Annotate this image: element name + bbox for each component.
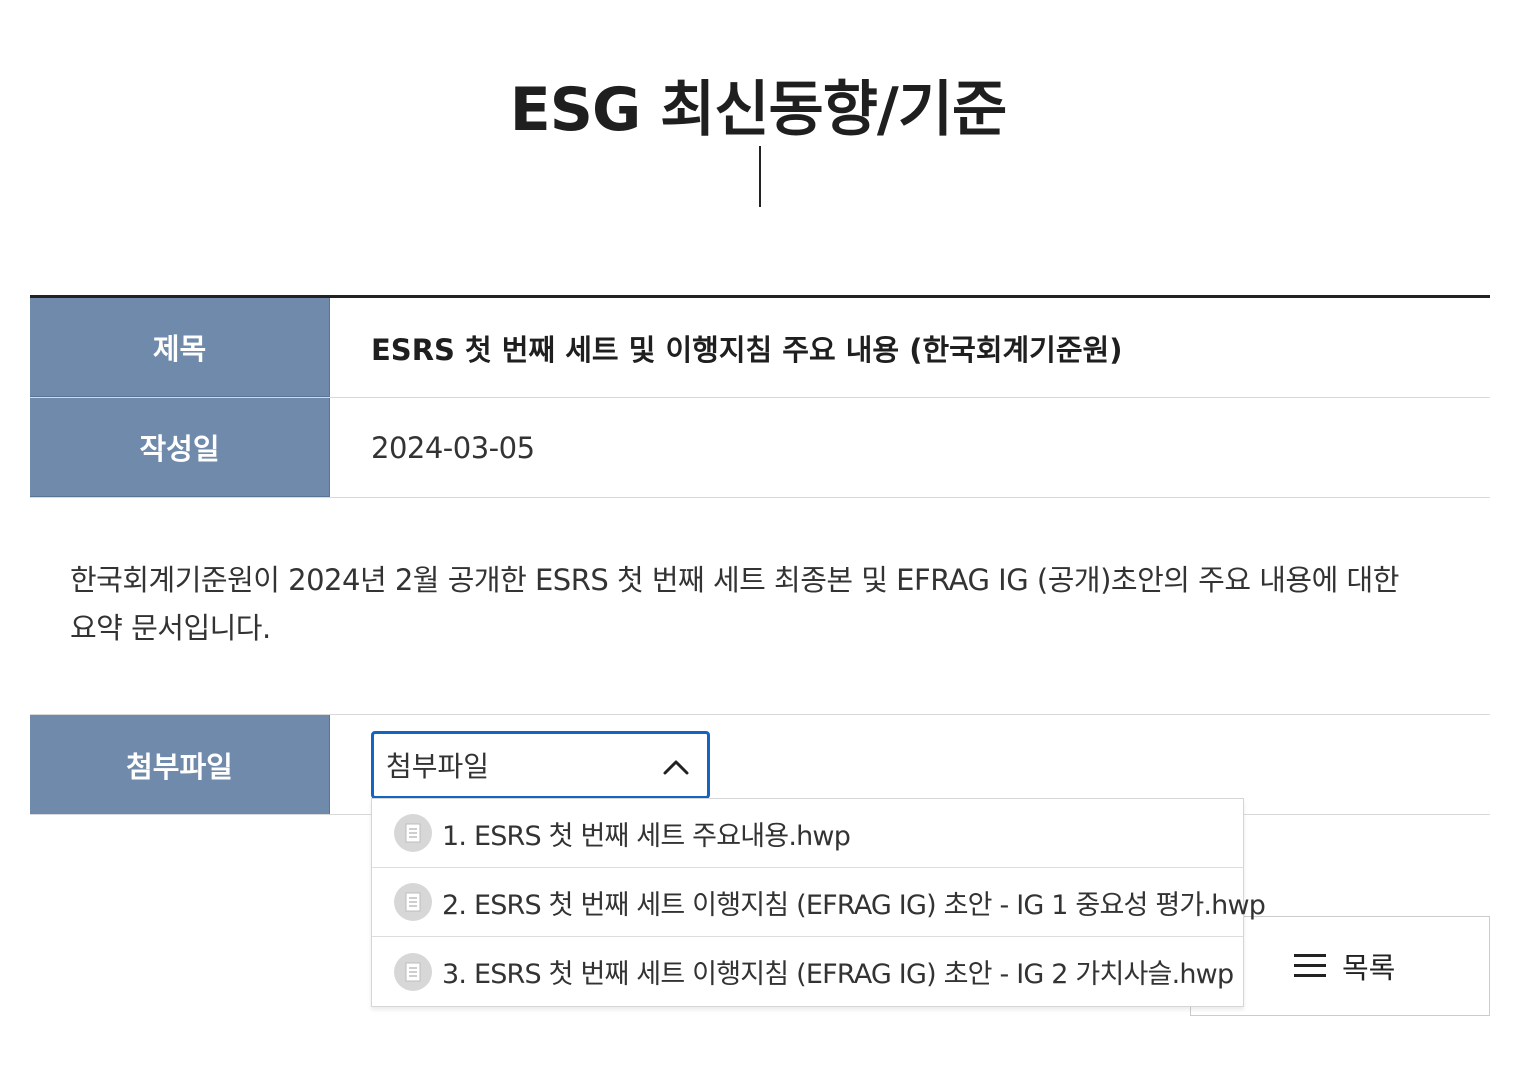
attachment-option[interactable]: 2. ESRS 첫 번째 세트 이행지침 (EFRAG IG) 초안 - IG …: [372, 868, 1266, 937]
title-label: 제목: [30, 298, 330, 397]
attachment-select-value: 첨부파일: [386, 750, 490, 783]
chevron-up-icon: [663, 760, 689, 775]
attachment-dropdown-list: 1. ESRS 첫 번째 세트 주요내용.hwp 2. ESRS 첫 번째 세트…: [371, 798, 1266, 1007]
post-body-line: 한국회계기준원이 2024년 2월 공개한 ESRS 첫 번째 세트 최종본 및…: [70, 563, 1399, 597]
attachment-label: 첨부파일: [30, 715, 330, 814]
attachment-option[interactable]: 3. ESRS 첫 번째 세트 이행지침 (EFRAG IG) 초안 - IG …: [372, 937, 1243, 1006]
page: ESG 최신동향/기준 제목 ESRS 첫 번째 세트 및 이행지침 주요 내용…: [0, 0, 1516, 1072]
attachment-option[interactable]: 1. ESRS 첫 번째 세트 주요내용.hwp: [372, 799, 1243, 868]
post-body-line: 요약 문서입니다.: [70, 611, 271, 645]
attachment-select[interactable]: 첨부파일: [371, 731, 710, 799]
hamburger-menu-icon: [1294, 954, 1326, 977]
title-row: 제목 ESRS 첫 번째 세트 및 이행지침 주요 내용 (한국회계기준원): [30, 298, 1490, 398]
post-date: 2024-03-05: [371, 430, 535, 465]
document-icon: [394, 883, 432, 921]
attachment-option-label: 2. ESRS 첫 번째 세트 이행지침 (EFRAG IG) 초안 - IG …: [442, 889, 1266, 921]
document-icon: [394, 952, 432, 991]
post-info-table: 제목 ESRS 첫 번째 세트 및 이행지침 주요 내용 (한국회계기준원) 작…: [30, 295, 1490, 498]
post-body: 한국회계기준원이 2024년 2월 공개한 ESRS 첫 번째 세트 최종본 및…: [70, 556, 1450, 652]
attachment-option-label: 3. ESRS 첫 번째 세트 이행지침 (EFRAG IG) 초안 - IG …: [442, 959, 1234, 990]
date-label: 작성일: [30, 398, 330, 497]
attachment-option-label: 1. ESRS 첫 번째 세트 주요내용.hwp: [442, 820, 851, 852]
title-divider: [759, 146, 761, 207]
list-button-label: 목록: [1342, 951, 1396, 985]
page-title: ESG 최신동향/기준: [509, 75, 1007, 146]
list-button-content[interactable]: 목록: [1294, 945, 1395, 987]
document-icon: [394, 814, 432, 852]
post-title: ESRS 첫 번째 세트 및 이행지침 주요 내용 (한국회계기준원): [371, 332, 1123, 367]
date-row: 작성일 2024-03-05: [30, 398, 1490, 498]
